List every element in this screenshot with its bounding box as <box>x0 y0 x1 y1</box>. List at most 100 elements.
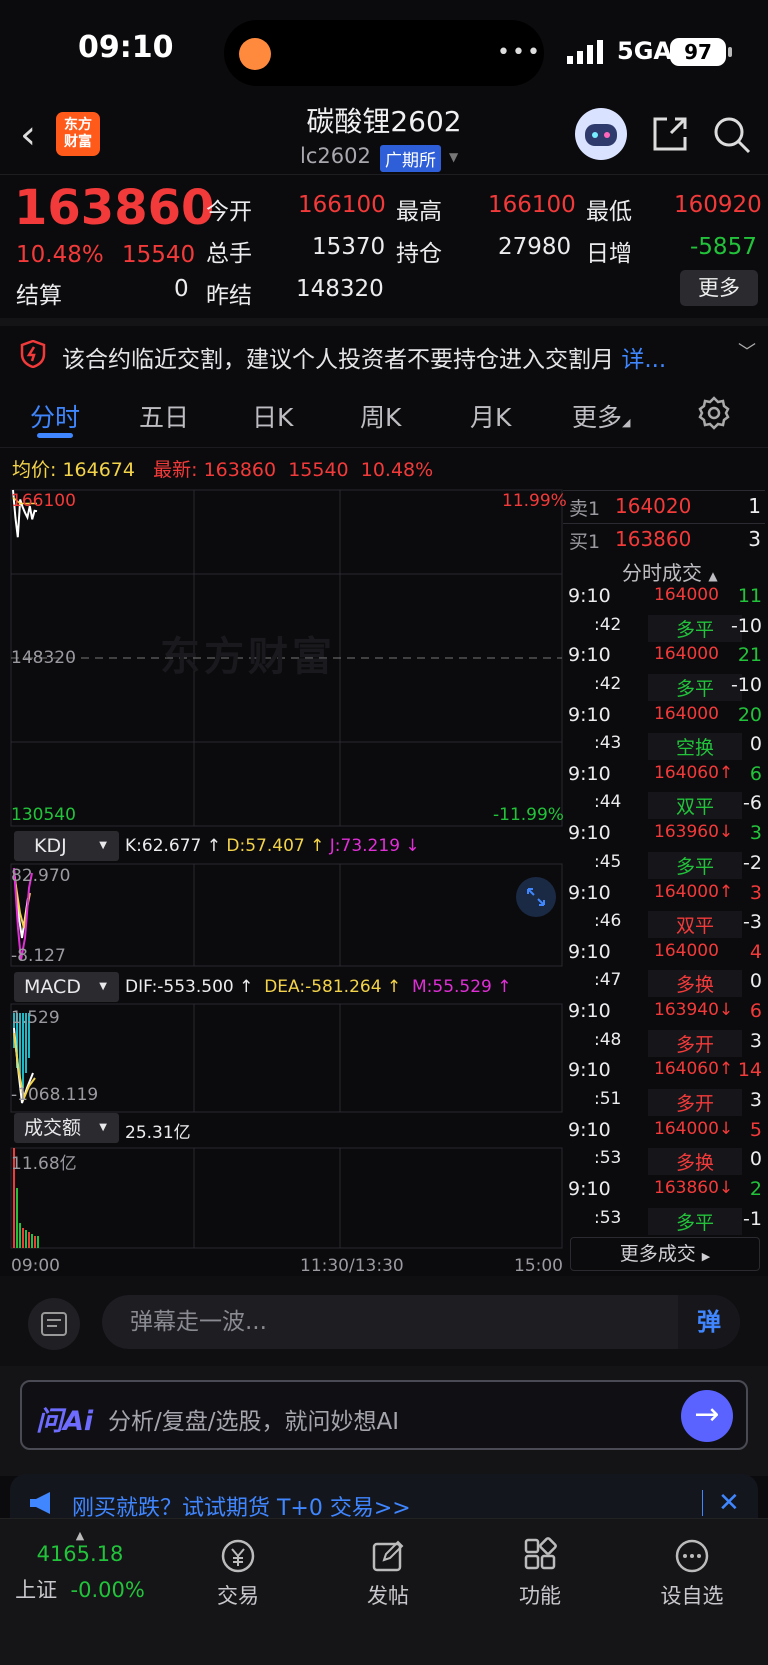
nav-index[interactable]: ▲ 4165.18 上证 -0.00% <box>0 1529 160 1604</box>
trade-detail-row: :53 多换 0 <box>566 1148 766 1177</box>
trade-time: 9:10 <box>568 1000 611 1023</box>
share-icon[interactable] <box>651 115 689 153</box>
trade-detail-row: :43 空换 0 <box>566 733 766 762</box>
trade-oi-diff: 0 <box>749 970 762 993</box>
tab-daily-k[interactable]: 日K <box>252 398 293 434</box>
change-value: 15540 <box>122 242 196 268</box>
daily-inc-value: -5857 <box>690 234 757 260</box>
open-value: 166100 <box>298 192 386 218</box>
trade-price: 163860↓ <box>654 1178 734 1198</box>
trade-second: :47 <box>594 970 622 991</box>
trade-price: 164060↑ <box>654 762 734 783</box>
shield-warning-icon <box>20 340 46 368</box>
tab-more[interactable]: 更多◢ <box>572 398 630 434</box>
trade-row: 9:10 163940↓ 6 <box>566 1000 766 1029</box>
trade-time: 9:10 <box>568 703 611 726</box>
trade-qty: 2 <box>749 1178 762 1200</box>
trade-type: 多换 <box>648 1148 742 1176</box>
trade-price: 164000↓ <box>654 1118 734 1139</box>
arrow-right-icon[interactable]: → <box>681 1390 733 1442</box>
low-label: 最低 <box>586 199 632 225</box>
trade-time: 9:10 <box>568 1178 611 1200</box>
trade-oi-diff: -1 <box>743 1207 762 1230</box>
kdj-bottom: -8.127 <box>11 946 66 966</box>
period-tabs: 分时 五日 日K 周K 月K 更多◢ <box>0 392 768 448</box>
more-circle-icon <box>675 1539 709 1573</box>
trade-qty: 21 <box>737 644 762 667</box>
trade-price: 164000 <box>654 703 719 724</box>
nav-post[interactable]: 发帖 <box>348 1537 428 1610</box>
trade-second: :51 <box>594 1088 622 1109</box>
trade-detail-row: :53 多平 -1 <box>566 1207 766 1237</box>
exchange-badge[interactable]: 广期所 <box>380 145 441 172</box>
tab-intraday[interactable]: 分时 <box>30 398 80 434</box>
more-button[interactable]: 更多 <box>680 270 758 306</box>
trade-oi-diff: 0 <box>749 1148 762 1171</box>
trade-type: 双平 <box>648 792 742 820</box>
macd-values: DIF:-553.500 ↑ DEA:-581.264 ↑ M:55.529 ↑ <box>125 977 512 997</box>
trade-qty: 20 <box>737 703 762 726</box>
trade-oi-diff: -2 <box>743 851 762 874</box>
trade-detail-row: :51 多开 3 <box>566 1088 766 1118</box>
trade-second: :46 <box>594 911 622 931</box>
danmaku-settings-icon[interactable] <box>28 1298 80 1350</box>
low-value: 160920 <box>674 192 762 218</box>
ai-logo: 问Ai <box>36 1406 94 1437</box>
trade-oi-diff: -10 <box>730 673 762 696</box>
close-icon[interactable]: ✕ <box>718 1488 740 1518</box>
ai-input-placeholder[interactable]: 分析/复盘/选股，就问妙想AI <box>108 1402 399 1436</box>
trade-detail-row: :48 多开 3 <box>566 1029 766 1059</box>
danmaku-input[interactable]: 弹幕走一波... <box>102 1295 740 1349</box>
bottom-nav: ▲ 4165.18 上证 -0.00% 交易 发帖 功能 设自选 <box>0 1518 768 1665</box>
signal-icon <box>567 40 603 64</box>
edit-icon <box>372 1540 404 1572</box>
trade-time: 9:10 <box>568 644 611 667</box>
price-upper: 166100 <box>11 491 76 511</box>
more-trades-button[interactable]: 更多成交 ▶ <box>570 1237 760 1271</box>
chevron-down-icon[interactable]: ﹀ <box>738 338 756 364</box>
dynamic-island <box>224 20 544 86</box>
price-mid: 148320 <box>11 648 76 668</box>
trade-price: 164000 <box>654 940 719 961</box>
kdj-selector[interactable]: KDJ ▼ <box>14 831 119 861</box>
trade-time: 9:10 <box>568 881 611 904</box>
trade-row: 9:10 164000 11 <box>566 585 766 614</box>
nav-add-watchlist[interactable]: 设自选 <box>652 1537 732 1610</box>
gear-icon[interactable] <box>697 396 731 430</box>
volume-total: 25.31亿 <box>125 1123 191 1143</box>
trade-qty: 3 <box>749 822 762 845</box>
danmaku-send-button[interactable]: 弹 <box>678 1295 740 1349</box>
trade-second: :53 <box>594 1207 622 1228</box>
trade-type: 多平 <box>648 673 742 701</box>
trade-second: :42 <box>594 673 622 694</box>
robot-avatar-icon[interactable] <box>575 108 627 160</box>
macd-selector[interactable]: MACD ▼ <box>14 972 119 1002</box>
nav-functions[interactable]: 功能 <box>500 1537 580 1610</box>
section-divider <box>0 318 768 326</box>
trade-row: 9:10 164060↑ 6 <box>566 763 766 792</box>
more-dots-icon: ••• <box>497 40 542 65</box>
trades-header[interactable]: 分时成交 ▲ <box>622 557 718 586</box>
trade-row: 9:10 164000 4 <box>566 941 766 970</box>
nav-trade[interactable]: 交易 <box>198 1537 278 1610</box>
trade-detail-row: :46 双平 -3 <box>566 911 766 940</box>
caret-down-icon[interactable]: ▼ <box>449 150 458 164</box>
volume-selector[interactable]: 成交额 ▼ <box>14 1113 119 1143</box>
trade-detail-row: :44 双平 -6 <box>566 792 766 821</box>
expand-button[interactable] <box>516 877 556 917</box>
trade-price: 164000 <box>654 644 719 665</box>
tab-monthly-k[interactable]: 月K <box>470 398 511 434</box>
tab-weekly-k[interactable]: 周K <box>360 398 401 434</box>
trade-qty: 5 <box>749 1118 762 1141</box>
delivery-notice[interactable]: 该合约临近交割，建议个人投资者不要持仓进入交割月 详... <box>62 340 666 374</box>
trade-time: 9:10 <box>568 585 611 607</box>
high-label: 最高 <box>396 199 442 225</box>
trade-detail-row: :42 多平 -10 <box>566 673 766 703</box>
trade-oi-diff: -3 <box>743 911 762 933</box>
notice-detail-link[interactable]: 详... <box>621 347 666 373</box>
search-icon[interactable] <box>712 115 752 155</box>
pct-lower: -11.99% <box>493 805 564 825</box>
tab-5day[interactable]: 五日 <box>139 398 189 434</box>
trade-row: 9:10 164000 20 <box>566 704 766 733</box>
settle-label: 结算 <box>16 283 62 309</box>
